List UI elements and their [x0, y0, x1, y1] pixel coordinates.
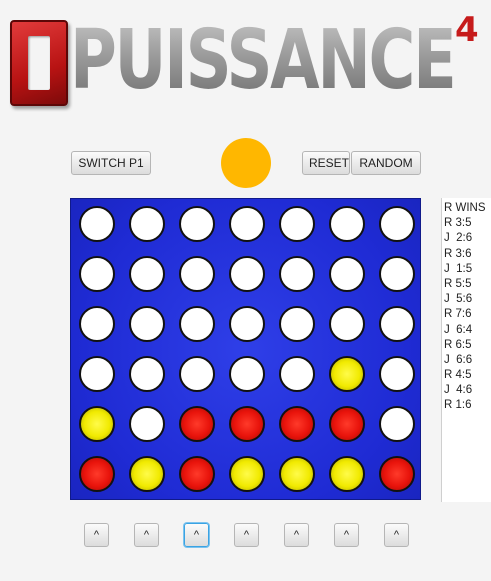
empty-slot	[79, 356, 115, 392]
red-disc	[179, 456, 215, 492]
reset-button[interactable]: RESET	[302, 151, 350, 175]
yellow-disc	[329, 456, 365, 492]
game-board	[70, 198, 421, 500]
random-button[interactable]: RANDOM	[351, 151, 421, 175]
move-entry: R 1:6	[444, 399, 472, 412]
move-history: R WINS R 3:5 J 2:6 R 3:6 J 1:5 R 5:5 J 5:6 R 7:…	[441, 198, 491, 502]
move-entry: R 7:6	[444, 308, 472, 321]
empty-slot	[329, 206, 365, 242]
move-entry: J 6:4	[444, 323, 473, 336]
drop-column-5-button[interactable]: ^	[284, 523, 309, 547]
empty-slot	[279, 306, 315, 342]
empty-slot	[179, 306, 215, 342]
empty-slot	[129, 406, 165, 442]
logo-superscript: 4	[455, 10, 479, 50]
empty-slot	[179, 206, 215, 242]
logo: PUISSANCE 4	[0, 0, 491, 120]
yellow-disc	[329, 356, 365, 392]
move-entry: R 3:5	[444, 217, 472, 230]
yellow-disc	[79, 406, 115, 442]
drop-column-3-button[interactable]: ^	[184, 523, 209, 547]
empty-slot	[79, 206, 115, 242]
empty-slot	[179, 356, 215, 392]
drop-column-4-button[interactable]: ^	[234, 523, 259, 547]
empty-slot	[129, 206, 165, 242]
empty-slot	[179, 256, 215, 292]
empty-slot	[279, 356, 315, 392]
move-entry: J 6:6	[444, 353, 473, 366]
switch-player-button[interactable]: SWITCH P1	[71, 151, 151, 175]
move-entry: R 4:5	[444, 369, 472, 382]
empty-slot	[279, 206, 315, 242]
empty-slot	[279, 256, 315, 292]
empty-slot	[329, 256, 365, 292]
red-disc	[79, 456, 115, 492]
empty-slot	[229, 356, 265, 392]
logo-mark	[10, 20, 68, 106]
empty-slot	[79, 306, 115, 342]
move-entry: J 1:5	[444, 262, 473, 275]
empty-slot	[379, 406, 415, 442]
empty-slot	[129, 356, 165, 392]
move-entry: J 5:6	[444, 293, 473, 306]
empty-slot	[129, 306, 165, 342]
drop-column-6-button[interactable]: ^	[334, 523, 359, 547]
move-entry: R 3:6	[444, 247, 472, 260]
logo-text: PUISSANCE	[70, 13, 457, 108]
drop-column-1-button[interactable]: ^	[84, 523, 109, 547]
empty-slot	[129, 256, 165, 292]
red-disc	[229, 406, 265, 442]
empty-slot	[229, 306, 265, 342]
empty-slot	[379, 206, 415, 242]
yellow-disc	[229, 456, 265, 492]
empty-slot	[379, 256, 415, 292]
move-entry: J 2:6	[444, 232, 473, 245]
red-disc	[379, 456, 415, 492]
empty-slot	[379, 306, 415, 342]
red-disc	[179, 406, 215, 442]
red-disc	[279, 406, 315, 442]
empty-slot	[379, 356, 415, 392]
current-player-token	[221, 138, 271, 188]
move-entry: J 4:6	[444, 384, 473, 397]
empty-slot	[79, 256, 115, 292]
move-entry: R 6:5	[444, 338, 472, 351]
move-entry: R 5:5	[444, 277, 472, 290]
empty-slot	[329, 306, 365, 342]
drop-column-7-button[interactable]: ^	[384, 523, 409, 547]
empty-slot	[229, 256, 265, 292]
winner-text: R WINS	[444, 202, 486, 214]
yellow-disc	[129, 456, 165, 492]
empty-slot	[229, 206, 265, 242]
red-disc	[329, 406, 365, 442]
yellow-disc	[279, 456, 315, 492]
drop-column-2-button[interactable]: ^	[134, 523, 159, 547]
